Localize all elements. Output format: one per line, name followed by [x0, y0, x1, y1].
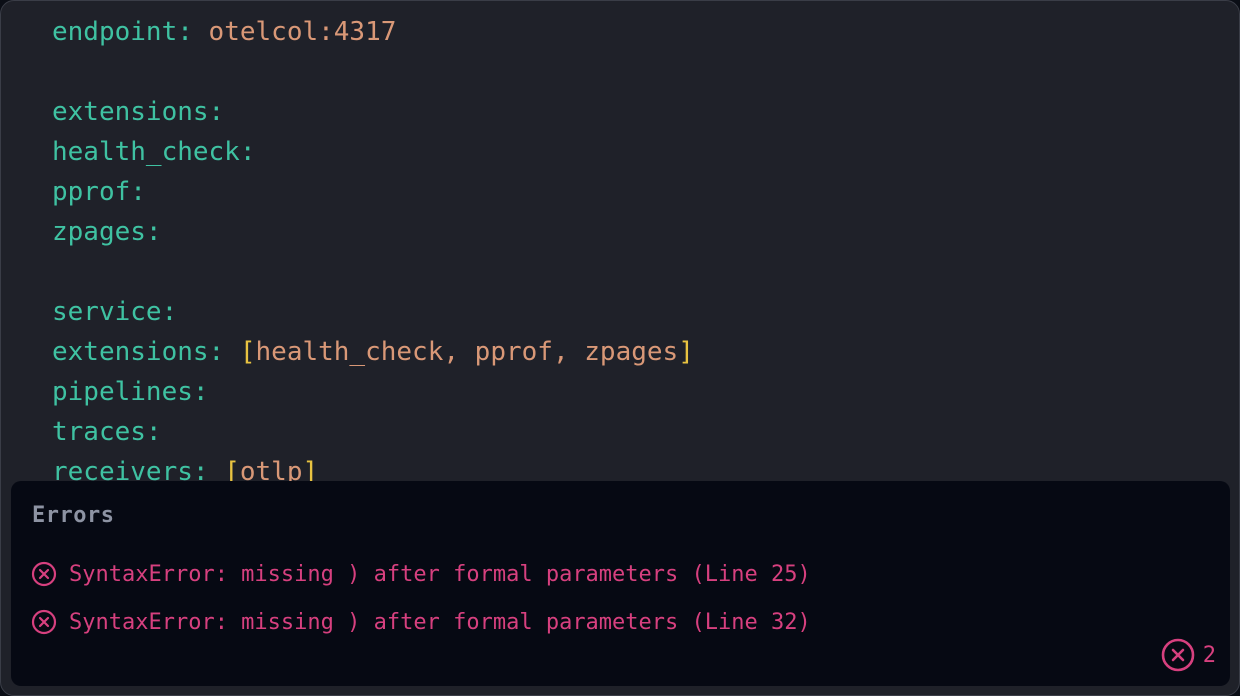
yaml-value: otelcol:4317 — [208, 17, 397, 47]
yaml-separator: : — [145, 217, 162, 247]
code-line: zpages: — [52, 212, 1239, 252]
yaml-key: pipelines — [52, 377, 193, 407]
yaml-separator: : — [145, 417, 162, 447]
yaml-separator: : — [192, 377, 209, 407]
error-count: 2 — [1202, 642, 1216, 668]
code-line: pprof: — [52, 172, 1239, 212]
code-line: service: — [52, 292, 1239, 332]
yaml-key: zpages — [52, 217, 146, 247]
code-editor[interactable]: ...endpoint: otelcol:4317 extensions:hea… — [1, 1, 1239, 492]
error-message: SyntaxError: missing ) after formal para… — [69, 609, 811, 635]
yaml-separator: : — [130, 177, 146, 207]
yaml-list-item: zpages — [584, 337, 679, 367]
code-line: extensions: [health_check, pprof, zpages… — [52, 332, 1239, 372]
error-circle-x-icon — [31, 609, 57, 635]
error-circle-x-icon — [1161, 638, 1195, 672]
errors-title: Errors — [32, 503, 115, 528]
code-line: health_check: — [52, 132, 1239, 172]
yaml-list-item: health_check — [255, 337, 444, 367]
error-circle-x-icon — [31, 561, 57, 587]
yaml-key: endpoint — [52, 17, 178, 47]
code-editor-window: ...endpoint: otelcol:4317 extensions:hea… — [0, 0, 1240, 696]
error-item[interactable]: SyntaxError: missing ) after formal para… — [31, 559, 811, 589]
yaml-key: health_check — [52, 137, 240, 167]
yaml-separator: : — [161, 297, 178, 327]
yaml-separator: : — [208, 337, 240, 367]
yaml-comma: , — [552, 337, 585, 367]
yaml-key: pprof — [52, 177, 131, 207]
yaml-fragment: ... — [52, 1, 99, 7]
code-line: ... — [52, 1, 1239, 12]
yaml-key: extensions — [52, 97, 209, 127]
code-line: traces: — [52, 412, 1239, 452]
yaml-key: service — [52, 297, 162, 327]
yaml-separator: : — [177, 17, 209, 47]
yaml-separator: : — [239, 137, 256, 167]
yaml-bracket-open: [ — [239, 337, 256, 367]
errors-panel: Errors SyntaxError: missing ) after form… — [11, 481, 1230, 686]
error-item[interactable]: SyntaxError: missing ) after formal para… — [31, 607, 811, 637]
yaml-separator: : — [208, 97, 225, 127]
error-message: SyntaxError: missing ) after formal para… — [69, 561, 811, 587]
yaml-comma: , — [443, 337, 475, 367]
yaml-key: traces — [52, 417, 146, 447]
error-count-badge[interactable]: 2 — [1161, 638, 1216, 672]
code-line: endpoint: otelcol:4317 — [52, 12, 1239, 52]
yaml-list-item: pprof — [474, 337, 553, 367]
yaml-bracket-close: ] — [678, 337, 694, 367]
code-line: pipelines: — [52, 372, 1239, 412]
code-line: extensions: — [52, 92, 1239, 132]
yaml-key: extensions — [52, 337, 209, 367]
